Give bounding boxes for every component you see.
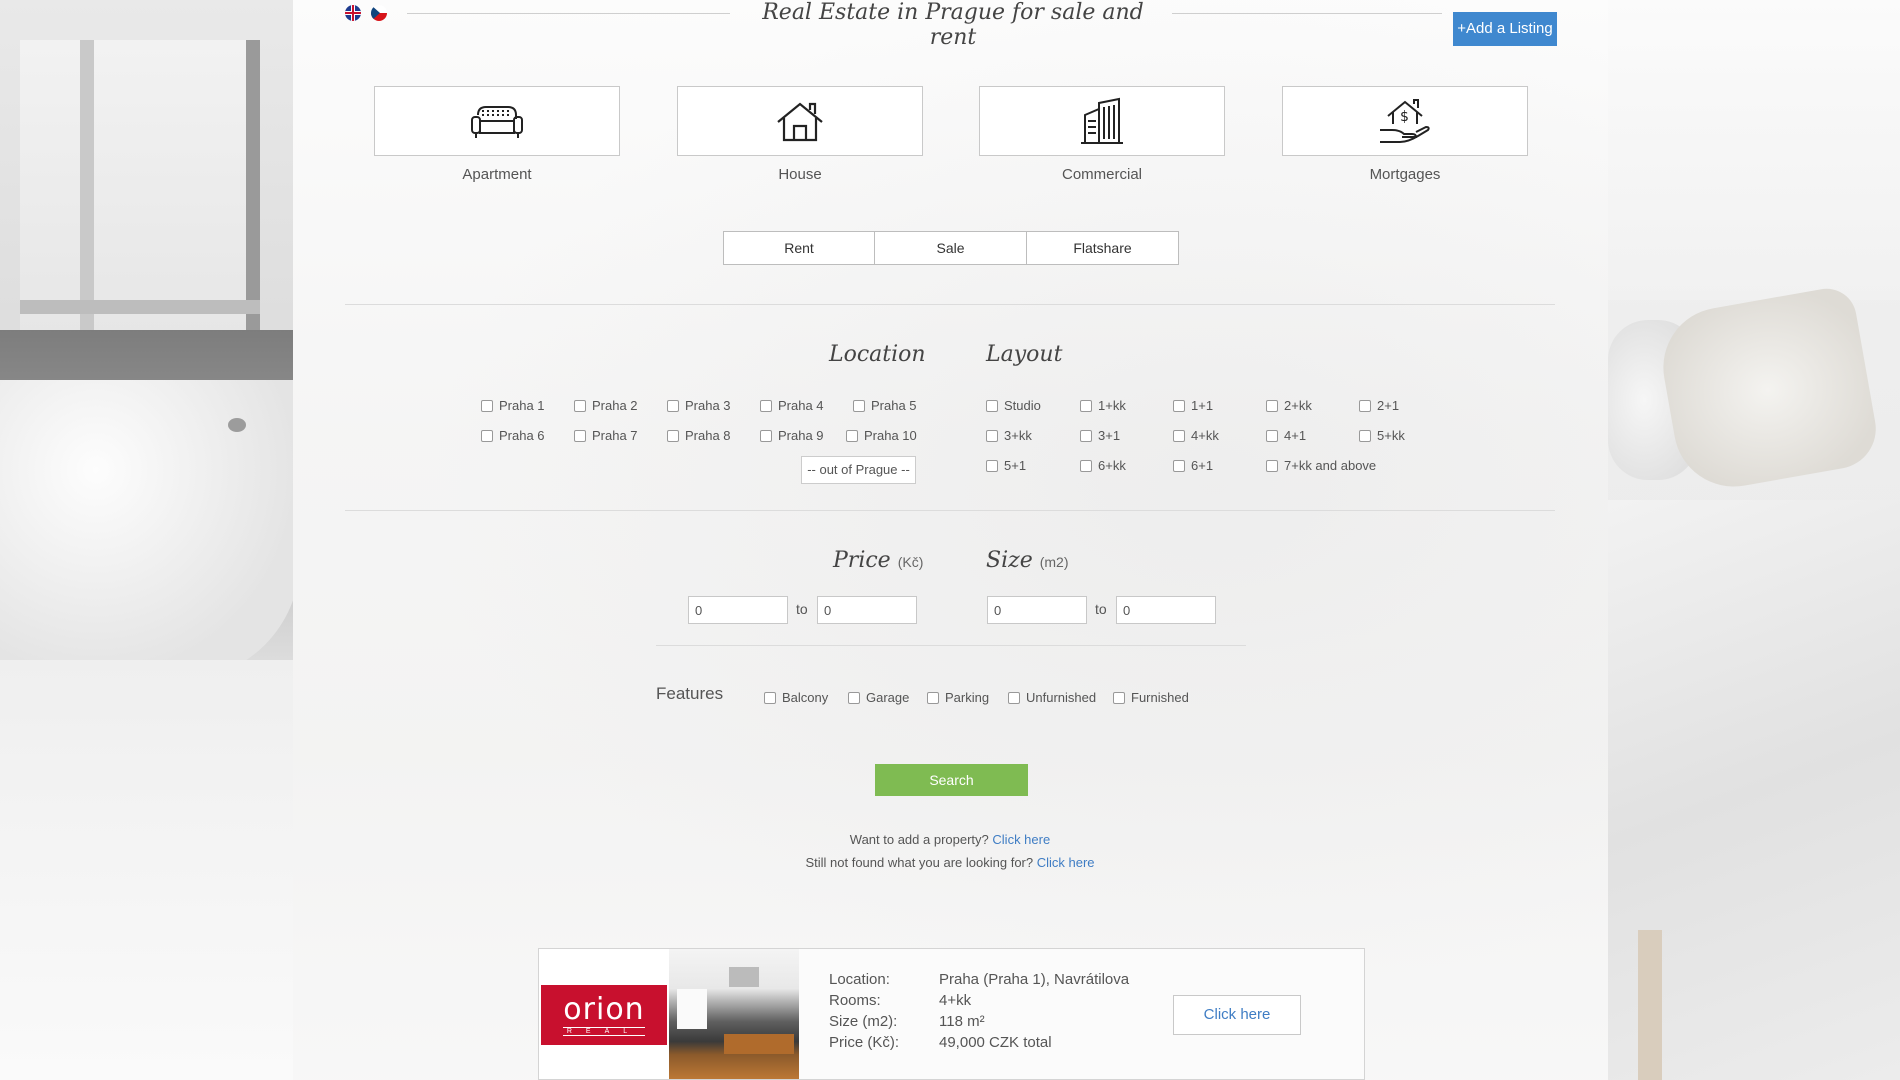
size-title-text: Size — [986, 548, 1033, 573]
category-label: Apartment — [462, 166, 532, 183]
sofa-icon — [471, 106, 523, 138]
logo-subtext: REAL — [562, 1026, 646, 1036]
layout-4kk[interactable]: 4+kk — [1173, 428, 1219, 443]
tab-sale[interactable]: Sale — [875, 231, 1027, 265]
category-commercial[interactable]: Commercial — [979, 86, 1225, 183]
price-from-input[interactable] — [688, 596, 788, 624]
tab-rent[interactable]: Rent — [723, 231, 875, 265]
price-to-input[interactable] — [817, 596, 917, 624]
section-divider — [345, 304, 1555, 305]
location-praha-10[interactable]: Praha 10 — [846, 428, 917, 443]
page-title: Real Estate in Prague for sale and rent — [762, 0, 1144, 50]
layout-3-1[interactable]: 3+1 — [1080, 428, 1120, 443]
layout-3kk[interactable]: 3+kk — [986, 428, 1032, 443]
add-property-prompt: Want to add a property? Click here — [600, 832, 1300, 847]
price-title-text: Price — [833, 548, 891, 573]
layout-5-1[interactable]: 5+1 — [986, 458, 1026, 473]
hand-house-money-icon: $ — [1380, 99, 1430, 143]
size-from-input[interactable] — [987, 596, 1087, 624]
add-property-text: Want to add a property? — [849, 832, 989, 847]
price-unit: (Kč) — [897, 554, 924, 570]
location-praha-8[interactable]: Praha 8 — [667, 428, 731, 443]
layout-6kk[interactable]: 6+kk — [1080, 458, 1126, 473]
listing-card: orion REAL Location: Praha (Praha 1), Nav… — [538, 948, 1365, 1080]
size-title: Size (m2) — [986, 548, 1069, 573]
layout-1-1[interactable]: 1+1 — [1173, 398, 1213, 413]
category-house[interactable]: House — [677, 86, 923, 183]
location-key: Location: — [829, 971, 890, 988]
section-divider — [345, 510, 1555, 511]
layout-2kk[interactable]: 2+kk — [1266, 398, 1312, 413]
location-praha-5[interactable]: Praha 5 — [853, 398, 917, 413]
location-praha-4[interactable]: Praha 4 — [760, 398, 824, 413]
logo-text: orion — [563, 991, 645, 1027]
location-title: Location — [829, 342, 926, 367]
rooms-value: 4+kk — [939, 992, 972, 1009]
uk-flag-icon[interactable] — [345, 5, 361, 21]
building-icon — [1081, 97, 1123, 144]
category-apartment[interactable]: Apartment — [374, 86, 620, 183]
category-label: Commercial — [1061, 166, 1142, 183]
czech-flag-icon[interactable] — [371, 5, 387, 21]
layout-2-1[interactable]: 2+1 — [1359, 398, 1399, 413]
size-value: 118 m² — [939, 1013, 985, 1030]
feature-parking[interactable]: Parking — [927, 690, 989, 705]
location-praha-9[interactable]: Praha 9 — [760, 428, 824, 443]
header-divider-left — [407, 13, 730, 14]
feature-garage[interactable]: Garage — [848, 690, 909, 705]
layout-4-1[interactable]: 4+1 — [1266, 428, 1306, 443]
feature-balcony[interactable]: Balcony — [764, 690, 828, 705]
rooms-key: Rooms: — [829, 992, 881, 1009]
size-to-label: to — [1095, 601, 1107, 617]
location-praha-7[interactable]: Praha 7 — [574, 428, 638, 443]
out-of-prague-select[interactable]: -- out of Prague -- — [801, 456, 916, 484]
location-value: Praha (Praha 1), Navrátilova — [939, 971, 1130, 988]
price-title: Price (Kč) — [833, 548, 923, 573]
layout-5kk[interactable]: 5+kk — [1359, 428, 1405, 443]
size-to-input[interactable] — [1116, 596, 1216, 624]
price-to-label: to — [796, 601, 808, 617]
feature-furnished[interactable]: Furnished — [1113, 690, 1189, 705]
category-selector: Apartment House Commercial $ Mortgages — [374, 86, 1529, 186]
location-praha-2[interactable]: Praha 2 — [574, 398, 638, 413]
not-found-prompt: Still not found what you are looking for… — [600, 855, 1300, 870]
location-praha-6[interactable]: Praha 6 — [481, 428, 545, 443]
listing-details: Location: Praha (Praha 1), Navrátilova Ro… — [829, 971, 1129, 1055]
header-divider-right — [1172, 13, 1442, 14]
background-photo-bathroom — [0, 0, 293, 1080]
category-label: House — [778, 166, 822, 183]
price-key: Price (Kč): — [829, 1034, 900, 1051]
house-icon — [777, 102, 823, 142]
layout-title: Layout — [986, 342, 1063, 367]
layout-7kk-above[interactable]: 7+kk and above — [1266, 458, 1376, 473]
feature-unfurnished[interactable]: Unfurnished — [1008, 690, 1096, 705]
agency-logo: orion REAL — [539, 949, 669, 1079]
background-photo-bedroom — [1608, 0, 1900, 1080]
category-mortgages[interactable]: $ Mortgages — [1282, 86, 1528, 183]
price-value: 49,000 CZK total — [939, 1034, 1052, 1051]
size-unit: (m2) — [1039, 554, 1069, 570]
size-key: Size (m2): — [829, 1013, 898, 1030]
not-found-link[interactable]: Click here — [1037, 855, 1095, 870]
svg-text:$: $ — [1400, 109, 1409, 125]
listing-photo[interactable] — [669, 949, 799, 1079]
add-property-link[interactable]: Click here — [992, 832, 1050, 847]
location-praha-1[interactable]: Praha 1 — [481, 398, 545, 413]
add-listing-button[interactable]: +Add a Listing — [1453, 12, 1557, 46]
not-found-text: Still not found what you are looking for… — [805, 855, 1034, 870]
section-divider — [656, 645, 1246, 646]
layout-1kk[interactable]: 1+kk — [1080, 398, 1126, 413]
layout-studio[interactable]: Studio — [986, 398, 1041, 413]
language-switcher — [345, 5, 387, 21]
location-praha-3[interactable]: Praha 3 — [667, 398, 731, 413]
layout-6-1[interactable]: 6+1 — [1173, 458, 1213, 473]
tab-flatshare[interactable]: Flatshare — [1027, 231, 1179, 265]
features-label: Features — [656, 684, 724, 703]
search-button[interactable]: Search — [875, 764, 1028, 796]
category-label: Mortgages — [1369, 166, 1441, 183]
listing-mode-tabs: Rent Sale Flatshare — [723, 231, 1179, 265]
listing-click-here-button[interactable]: Click here — [1173, 995, 1301, 1035]
header: Real Estate in Prague for sale and rent … — [345, 0, 1557, 50]
